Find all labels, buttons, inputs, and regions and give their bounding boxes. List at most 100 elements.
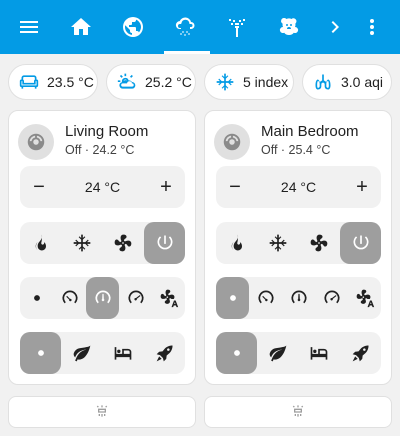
weather-partly-cloudy-icon — [117, 73, 136, 89]
fan-speed-medium-button[interactable] — [282, 277, 315, 319]
increase-temperature-button[interactable]: + — [151, 166, 181, 208]
snowflake-index-icon — [216, 73, 234, 91]
dot-icon — [37, 350, 44, 356]
preset-sleep-button[interactable] — [102, 332, 143, 374]
setpoint-control: − 24 °C + — [20, 166, 185, 208]
mode-heat-button[interactable] — [20, 222, 61, 264]
dot-icon — [33, 295, 40, 301]
gauge-medium-icon — [290, 290, 307, 304]
bed-icon — [310, 347, 327, 360]
mode-fan-button[interactable] — [102, 222, 143, 264]
active-tab-indicator — [164, 51, 210, 54]
fire-icon — [231, 234, 242, 251]
chip-indoor-temperature[interactable]: 23.5 °C — [8, 64, 98, 100]
mode-heat-button[interactable] — [216, 222, 257, 264]
decrease-temperature-button[interactable]: − — [24, 166, 54, 208]
fan-speed-low-button[interactable] — [53, 277, 86, 319]
thermostat-name: Main Bedroom — [261, 123, 359, 140]
mode-off-button[interactable] — [340, 222, 381, 264]
fan-auto-icon — [160, 289, 178, 308]
chip-value: 5 index — [243, 74, 289, 90]
mode-cool-button[interactable] — [257, 222, 298, 264]
menu-button[interactable] — [9, 7, 49, 47]
fan-speed-row — [20, 277, 185, 319]
fan-speed-medium-button[interactable] — [86, 277, 119, 319]
snowflake-icon — [73, 234, 90, 252]
chip-outdoor-temperature[interactable]: 25.2 °C — [106, 64, 196, 100]
device-footer-card[interactable] — [8, 396, 196, 428]
fan-icon — [310, 234, 327, 252]
tab-sprinkler[interactable] — [217, 7, 257, 47]
fire-icon — [35, 234, 46, 251]
power-icon — [157, 235, 172, 250]
dot-icon — [233, 350, 240, 356]
preset-boost-button[interactable] — [340, 332, 381, 374]
rocket-icon — [352, 345, 369, 362]
hvac-device-icon — [96, 405, 108, 417]
fan-speed-auto-button[interactable] — [348, 277, 381, 319]
fan-speed-low-button[interactable] — [249, 277, 282, 319]
thermostat-state: Off · 25.4 °C — [261, 143, 331, 157]
snowflake-icon — [269, 234, 286, 252]
tab-scroll-right[interactable] — [315, 7, 355, 47]
fan-speed-auto-button[interactable] — [152, 277, 185, 319]
menu-icon — [20, 21, 38, 33]
chip-value: 23.5 °C — [47, 74, 94, 90]
mode-cool-button[interactable] — [61, 222, 102, 264]
setpoint-control: − 24 °C + — [216, 166, 381, 208]
preset-none-button[interactable] — [20, 332, 61, 374]
lungs-icon — [315, 74, 331, 90]
fan-speed-row — [216, 277, 381, 319]
thermostat-state-button[interactable] — [18, 124, 54, 160]
sprinkler-icon — [229, 19, 245, 37]
top-toolbar — [0, 0, 400, 54]
gauge-low-icon — [257, 290, 274, 304]
preset-row — [216, 332, 381, 374]
preset-eco-button[interactable] — [61, 332, 102, 374]
leaf-icon — [73, 345, 90, 362]
fan-speed-off-button[interactable] — [216, 277, 249, 319]
tab-home[interactable] — [61, 7, 101, 47]
hvac-mode-row — [20, 222, 185, 264]
fan-icon — [114, 234, 131, 252]
bed-icon — [114, 347, 131, 360]
gauge-low-icon — [61, 290, 78, 304]
thermostat-state: Off · 24.2 °C — [65, 143, 135, 157]
thermostat-state-button[interactable] — [214, 124, 250, 160]
fan-speed-high-button[interactable] — [119, 277, 152, 319]
weather-snowy-icon — [175, 17, 195, 36]
chip-index[interactable]: 5 index — [204, 64, 294, 100]
mode-fan-button[interactable] — [298, 222, 339, 264]
thermostat-name: Living Room — [65, 123, 149, 140]
preset-eco-button[interactable] — [257, 332, 298, 374]
home-icon — [71, 18, 91, 35]
tab-globe[interactable] — [113, 7, 153, 47]
mode-off-button[interactable] — [144, 222, 185, 264]
preset-none-button[interactable] — [216, 332, 257, 374]
chevron-right-icon — [331, 21, 339, 33]
tab-teddy-bear[interactable] — [269, 7, 309, 47]
fan-speed-off-button[interactable] — [20, 277, 53, 319]
thermostat-dial-icon — [223, 133, 241, 151]
leaf-icon — [269, 345, 286, 362]
power-icon — [353, 235, 368, 250]
preset-boost-button[interactable] — [144, 332, 185, 374]
sofa-icon — [19, 75, 39, 89]
tab-weather[interactable] — [165, 7, 205, 47]
fan-auto-icon — [356, 289, 374, 308]
increase-temperature-button[interactable]: + — [347, 166, 377, 208]
preset-sleep-button[interactable] — [298, 332, 339, 374]
overflow-menu-button[interactable] — [352, 7, 392, 47]
preset-row — [20, 332, 185, 374]
thermostat-dial-icon — [27, 133, 45, 151]
fan-speed-high-button[interactable] — [315, 277, 348, 319]
device-footer-card[interactable] — [204, 396, 392, 428]
decrease-temperature-button[interactable]: − — [220, 166, 250, 208]
more-vertical-icon — [370, 19, 374, 35]
rocket-icon — [156, 345, 173, 362]
chip-value: 25.2 °C — [145, 74, 192, 90]
globe-icon — [123, 17, 143, 37]
teddy-bear-icon — [279, 17, 299, 36]
gauge-medium-icon — [94, 290, 111, 304]
chip-air-quality[interactable]: 3.0 aqi — [302, 64, 392, 100]
